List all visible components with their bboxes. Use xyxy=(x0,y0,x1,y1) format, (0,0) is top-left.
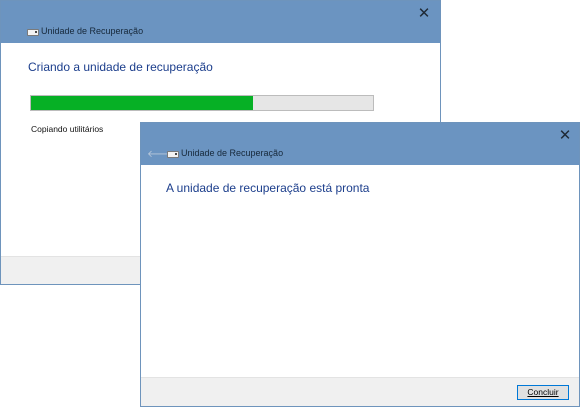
progress-fill xyxy=(31,96,254,110)
close-icon[interactable]: ✕ xyxy=(553,126,577,146)
progress-bar xyxy=(30,95,374,111)
footer-bar: Concluir xyxy=(141,377,579,406)
title-bar: 🡐 ✕ Unidade de Recuperação xyxy=(141,123,579,165)
finish-button[interactable]: Concluir xyxy=(517,385,569,400)
status-text: Copiando utilitários xyxy=(31,124,104,134)
page-heading: A unidade de recuperação está pronta xyxy=(166,181,370,195)
completion-window: 🡐 ✕ Unidade de Recuperação A unidade de … xyxy=(140,122,580,407)
drive-icon xyxy=(167,151,179,158)
finish-button-label: Concluir xyxy=(527,387,559,397)
title-bar: ✕ Unidade de Recuperação xyxy=(1,1,440,43)
window-title: Unidade de Recuperação xyxy=(41,26,144,36)
window-title: Unidade de Recuperação xyxy=(181,148,284,158)
close-icon[interactable]: ✕ xyxy=(412,4,436,24)
drive-icon xyxy=(27,29,39,36)
page-heading: Criando a unidade de recuperação xyxy=(28,60,213,74)
